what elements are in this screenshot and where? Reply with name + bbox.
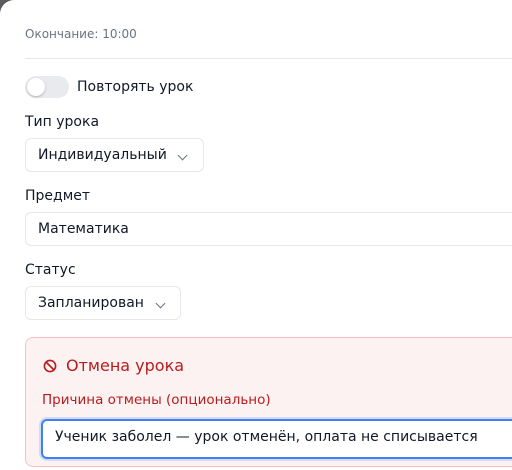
subject-select[interactable]: Математика bbox=[25, 212, 512, 246]
lesson-type-value: Индивидуальный bbox=[38, 147, 167, 163]
repeat-lesson-toggle[interactable] bbox=[25, 76, 69, 98]
status-value: Запланирован bbox=[38, 295, 144, 311]
status-select[interactable]: Запланирован bbox=[25, 286, 181, 320]
cancel-reason-text: Ученик заболел — урок отменён, оплата не… bbox=[55, 429, 478, 445]
subject-label: Предмет bbox=[25, 188, 91, 204]
ban-icon bbox=[43, 359, 57, 373]
cancel-reason-input[interactable]: Ученик заболел — урок отменён, оплата не… bbox=[41, 419, 512, 459]
subject-value: Математика bbox=[38, 221, 129, 237]
cancel-lesson-title: Отмена урока bbox=[66, 356, 185, 375]
status-label: Статус bbox=[25, 262, 76, 278]
end-time-text: Окончание: 10:00 bbox=[25, 27, 137, 41]
divider bbox=[25, 58, 512, 59]
cancel-lesson-panel: Отмена урока Причина отмены (опционально… bbox=[25, 337, 512, 467]
lesson-type-select[interactable]: Индивидуальный bbox=[25, 138, 204, 172]
lesson-type-label: Тип урока bbox=[25, 114, 100, 130]
chevron-down-icon bbox=[177, 150, 188, 161]
lesson-modal: Окончание: 10:00 Повторять урок Тип урок… bbox=[0, 0, 512, 470]
toggle-knob bbox=[27, 78, 45, 96]
cancel-reason-label: Причина отмены (опционально) bbox=[42, 392, 271, 408]
chevron-down-icon bbox=[155, 298, 166, 309]
repeat-lesson-label: Повторять урок bbox=[77, 79, 194, 95]
